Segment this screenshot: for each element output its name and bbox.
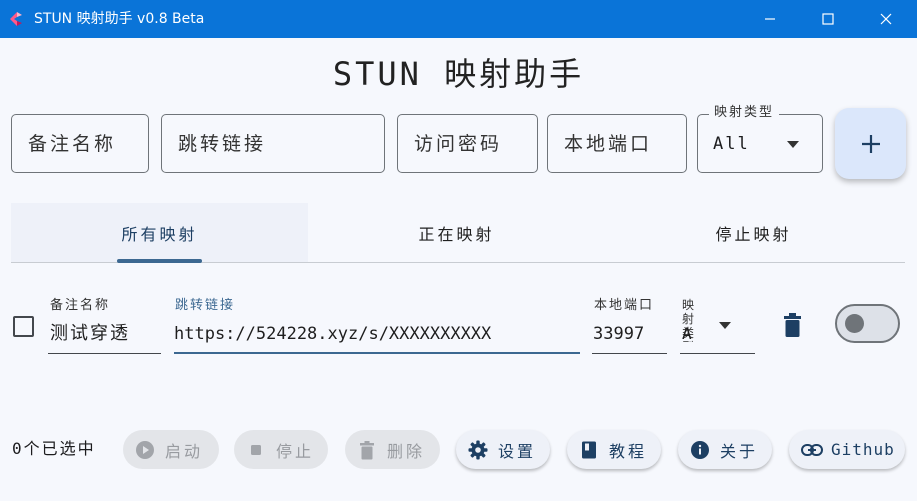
selected-count: 0个已选中 [12, 439, 96, 458]
about-button[interactable]: 关于 [678, 430, 772, 469]
link-icon [801, 443, 823, 456]
window-title: STUN 映射助手 v0.8 Beta [34, 11, 205, 27]
tab-label: 所有映射 [121, 225, 198, 244]
mapping-toggle-switch[interactable] [835, 304, 900, 343]
row-checkbox[interactable] [13, 316, 34, 337]
tab-label: 停止映射 [715, 225, 792, 244]
github-button[interactable]: Github [789, 430, 905, 469]
tab-stopped-mappings[interactable]: 停止映射 [605, 203, 902, 263]
tab-label: 正在映射 [418, 225, 495, 244]
book-icon [582, 441, 596, 458]
info-icon [691, 440, 709, 459]
tab-all-mappings[interactable]: 所有映射 [11, 203, 308, 263]
stop-button[interactable]: 停止 [234, 430, 328, 469]
settings-button[interactable]: 设置 [456, 430, 550, 469]
app-logo-icon [10, 12, 22, 26]
github-label: Github [831, 440, 895, 459]
close-icon [880, 13, 892, 25]
start-label: 启动 [165, 441, 204, 461]
url-input[interactable]: 跳转链接 [161, 114, 385, 173]
local-port-placeholder: 本地端口 [564, 133, 653, 155]
remark-label: 备注名称 [50, 298, 111, 313]
plus-icon [861, 134, 880, 153]
caret-down-icon [787, 141, 799, 148]
toggle-knob [845, 314, 864, 333]
stop-icon [251, 444, 261, 455]
maximize-icon [822, 13, 834, 25]
mapping-type-value: All [713, 134, 750, 154]
caret-down-icon [719, 322, 731, 329]
trash-icon-button[interactable] [784, 313, 801, 337]
trash-icon [360, 440, 374, 459]
tutorial-button[interactable]: 教程 [567, 430, 661, 469]
password-placeholder: 访问密码 [414, 133, 503, 155]
delete-label: 删除 [387, 441, 426, 461]
add-mapping-button[interactable] [835, 108, 906, 179]
tab-active-mappings[interactable]: 正在映射 [308, 203, 605, 263]
row-type-value: All [682, 324, 692, 343]
port-underline [592, 353, 667, 354]
start-button[interactable]: 启动 [123, 430, 219, 469]
delete-button[interactable]: 删除 [345, 430, 440, 469]
url-value-input[interactable]: https://524228.xyz/s/XXXXXXXXXX [174, 322, 580, 346]
type-underline [680, 353, 755, 354]
remark-value-input[interactable]: 测试穿透 [50, 322, 161, 346]
stop-label: 停止 [276, 441, 315, 461]
page-title: STUN 映射助手 [332, 55, 585, 93]
url-label: 跳转链接 [175, 298, 236, 313]
remark-underline [48, 353, 161, 354]
maximize-button[interactable] [805, 0, 851, 38]
port-value-input[interactable]: 33997 [593, 322, 667, 346]
password-input[interactable]: 访问密码 [397, 114, 538, 173]
local-port-input[interactable]: 本地端口 [547, 114, 687, 173]
url-placeholder: 跳转链接 [178, 133, 267, 155]
minimize-icon [765, 18, 775, 20]
remark-input[interactable]: 备注名称 [11, 114, 149, 173]
minimize-button[interactable] [747, 0, 793, 38]
tutorial-label: 教程 [609, 441, 648, 461]
window-titlebar[interactable]: STUN 映射助手 v0.8 Beta [0, 0, 917, 38]
mapping-type-select[interactable]: 映射类型 All [697, 104, 823, 173]
close-button[interactable] [863, 0, 909, 38]
settings-label: 设置 [498, 441, 537, 461]
port-label: 本地端口 [594, 298, 655, 313]
gear-icon [468, 440, 488, 459]
play-circle-icon [136, 440, 154, 459]
tab-indicator [117, 259, 202, 263]
url-underline [174, 352, 580, 354]
about-label: 关于 [720, 441, 759, 461]
remark-placeholder: 备注名称 [28, 133, 117, 155]
